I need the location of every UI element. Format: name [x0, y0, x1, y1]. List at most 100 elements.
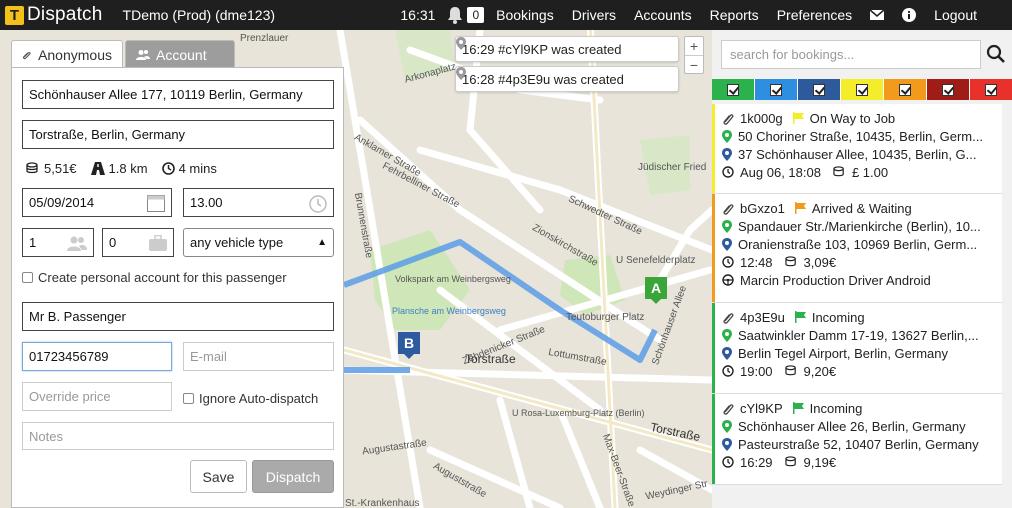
filter-checkbox[interactable] — [813, 83, 825, 96]
map-label: Volkspark am Weinbergsweg — [395, 274, 511, 284]
booking-card[interactable]: cYl9KP Incoming Schönhauser Allee 26, Be… — [712, 394, 1002, 485]
tab-anonymous[interactable]: Anonymous — [11, 40, 123, 68]
nav-reports[interactable]: Reports — [710, 7, 759, 23]
passenger-count: 1 — [29, 235, 37, 250]
booking-status: Incoming — [811, 309, 865, 325]
vehicle-type-value: any vehicle type — [190, 235, 284, 250]
save-button[interactable]: Save — [190, 460, 247, 493]
booking-card[interactable]: 1k000g On Way to Job 50 Choriner Straße,… — [712, 104, 1002, 194]
pickup-marker[interactable]: A — [645, 277, 667, 304]
booking-id: 4p3E9u — [740, 309, 785, 325]
status-filter-bar — [712, 79, 1012, 100]
status-filter[interactable] — [755, 79, 798, 100]
zoom-out-button[interactable]: − — [685, 55, 703, 73]
destination-marker[interactable]: B — [398, 332, 420, 359]
zoom-in-button[interactable]: + — [685, 37, 703, 55]
booking-search-input[interactable]: search for bookings... — [721, 40, 981, 69]
clock-icon — [722, 456, 734, 468]
paperclip-icon — [723, 312, 734, 324]
filter-checkbox[interactable] — [770, 83, 782, 96]
ignore-dispatch-checkbox[interactable] — [183, 393, 194, 404]
paperclip-icon — [723, 113, 734, 125]
nav-preferences[interactable]: Preferences — [777, 7, 852, 23]
marker-tip — [404, 354, 414, 359]
nav-bookings[interactable]: Bookings — [496, 7, 554, 23]
notification-count: 0 — [467, 7, 485, 23]
notes-textarea[interactable]: Notes — [22, 422, 334, 450]
status-filter[interactable] — [884, 79, 927, 100]
app-name: Dispatch — [27, 4, 103, 25]
bookings-sidebar: search for bookings... 1k000g On Way to … — [712, 30, 1012, 508]
booking-id: 1k000g — [740, 110, 783, 126]
nav-accounts[interactable]: Accounts — [634, 7, 692, 23]
price-estimate: 5,51€ — [26, 161, 77, 176]
top-nav-bar: T Dispatch TDemo (Prod) (dme123) 16:31 0… — [0, 0, 1012, 30]
flag-icon — [792, 112, 804, 124]
toast-notification[interactable]: 16:29 #cYl9KP was created — [455, 36, 679, 62]
flag-icon — [794, 311, 806, 323]
booking-price: 9,19€ — [803, 454, 837, 470]
marker-tip — [651, 299, 661, 304]
status-filter[interactable] — [798, 79, 841, 100]
vehicle-type-select[interactable]: any vehicle type ▲ — [183, 228, 334, 257]
booking-card[interactable]: 4p3E9u Incoming Saatwinkler Damm 17-19, … — [712, 303, 1002, 394]
info-icon[interactable] — [902, 8, 917, 22]
mail-icon[interactable] — [870, 8, 885, 22]
override-price-input[interactable]: Override price — [22, 382, 172, 411]
calendar-icon[interactable] — [147, 195, 165, 212]
time-input[interactable]: 13.00 — [183, 188, 334, 217]
flag-icon — [794, 202, 806, 214]
search-icon[interactable] — [986, 44, 1006, 64]
filter-checkbox[interactable] — [727, 83, 739, 96]
status-filter[interactable] — [841, 79, 884, 100]
ignore-dispatch-label: Ignore Auto-dispatch — [199, 391, 319, 406]
booking-pickup: Saatwinkler Damm 17-19, 13627 Berlin,... — [738, 327, 979, 343]
clock-icon — [161, 162, 175, 175]
filter-checkbox[interactable] — [856, 83, 868, 96]
filter-checkbox[interactable] — [985, 83, 997, 96]
paperclip-icon — [723, 203, 734, 215]
booking-list: 1k000g On Way to Job 50 Choriner Straße,… — [712, 104, 1002, 485]
app-logo[interactable]: T Dispatch — [5, 4, 103, 26]
road-icon — [90, 162, 105, 175]
luggage-count-input[interactable]: 0 — [102, 228, 174, 257]
clock-icon — [722, 166, 734, 178]
booking-price: £ 1.00 — [851, 164, 889, 180]
passenger-name-input[interactable]: Mr B. Passenger — [22, 302, 334, 331]
status-filter[interactable] — [712, 79, 755, 100]
status-stripe — [712, 194, 715, 302]
create-account-checkbox[interactable] — [22, 272, 33, 283]
date-input[interactable]: 05/09/2014 — [22, 188, 172, 217]
map-label: Torstraße — [465, 352, 516, 366]
filter-checkbox[interactable] — [942, 83, 954, 96]
dropoff-pin-icon — [722, 147, 732, 161]
booking-card[interactable]: bGxzo1 Arrived & Waiting Spandauer Str./… — [712, 194, 1002, 303]
coins-icon — [784, 256, 796, 267]
dispatch-button[interactable]: Dispatch — [252, 460, 334, 493]
clock-icon — [722, 256, 734, 268]
ignore-dispatch-option[interactable]: Ignore Auto-dispatch — [183, 391, 318, 406]
filter-checkbox[interactable] — [899, 83, 911, 96]
logout-link[interactable]: Logout — [934, 7, 977, 23]
passenger-count-input[interactable]: 1 — [22, 228, 94, 257]
map-pin-icon — [456, 67, 466, 80]
notifications-button[interactable]: 0 — [445, 6, 485, 24]
phone-input[interactable]: 01723456789 — [22, 342, 172, 371]
tab-account[interactable]: Account — [125, 40, 235, 68]
booking-driver: Marcin Production Driver Android — [740, 272, 931, 288]
email-input[interactable]: E-mail — [183, 342, 334, 371]
status-stripe — [712, 303, 715, 393]
destination-address-input[interactable]: Torstraße, Berlin, Germany — [22, 120, 334, 149]
toast-notification[interactable]: 16:28 #4p3E9u was created — [455, 66, 679, 92]
price-value: 5,51€ — [44, 161, 77, 176]
pickup-address-input[interactable]: Schönhauser Allee 177, 10119 Berlin, Ger… — [22, 80, 334, 109]
dropoff-pin-icon — [722, 437, 732, 451]
status-filter[interactable] — [927, 79, 970, 100]
booking-status: On Way to Job — [809, 110, 896, 126]
status-filter[interactable] — [970, 79, 1012, 100]
clock-icon[interactable] — [309, 195, 327, 213]
nav-drivers[interactable]: Drivers — [572, 7, 616, 23]
pickup-pin-icon — [722, 328, 732, 342]
create-account-label: Create personal account for this passeng… — [38, 270, 287, 285]
create-account-option[interactable]: Create personal account for this passeng… — [22, 270, 287, 285]
